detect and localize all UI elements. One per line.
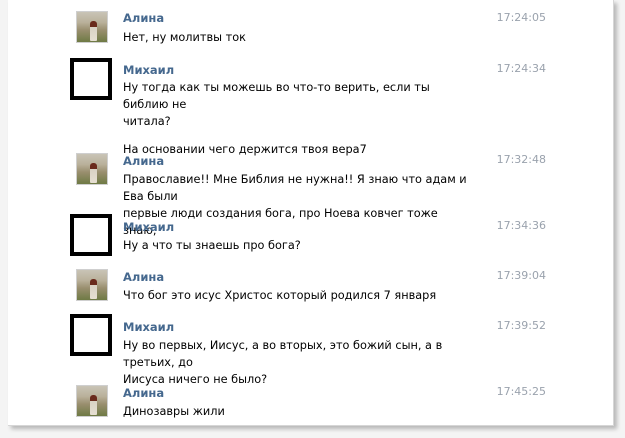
message-time: 17:24:05 xyxy=(496,11,546,24)
message-text: Православие!! Мне Библия не нужна!! Я зн… xyxy=(123,173,467,237)
sender-name[interactable]: Алина xyxy=(123,11,164,25)
avatar[interactable] xyxy=(76,269,108,301)
message-time: 17:34:36 xyxy=(496,219,546,232)
message-time: 17:39:52 xyxy=(496,319,546,332)
message-time: 17:32:48 xyxy=(496,153,546,166)
sender-name[interactable]: Алина xyxy=(123,386,164,400)
avatar[interactable] xyxy=(76,11,108,43)
message-time: 17:45:25 xyxy=(496,385,546,398)
sender-name[interactable]: Алина xyxy=(123,270,164,284)
message-text: Нет, ну молитвы ток xyxy=(123,31,246,44)
avatar[interactable] xyxy=(70,214,112,256)
message-text: Ну а что ты знаешь про бога? xyxy=(123,239,301,252)
message-time: 17:39:04 xyxy=(496,269,546,282)
avatar[interactable] xyxy=(70,314,112,356)
sender-name[interactable]: Михаил xyxy=(123,63,174,77)
message-text: Что бог это исус Христос который родился… xyxy=(123,289,437,302)
avatar[interactable] xyxy=(70,58,112,100)
avatar[interactable] xyxy=(76,385,108,417)
message-time: 17:24:34 xyxy=(496,62,546,75)
message-text: Ну тогда как ты можешь во что-то верить,… xyxy=(123,81,430,156)
avatar[interactable] xyxy=(76,153,108,185)
sender-name[interactable]: Алина xyxy=(123,154,164,168)
message-text: Ну во первых, Иисус, а во вторых, это бо… xyxy=(123,339,443,386)
sender-name[interactable]: Михаил xyxy=(123,220,174,234)
message-text: Динозавры жили xyxy=(123,405,225,418)
sender-name[interactable]: Михаил xyxy=(123,320,174,334)
chat-history: Алина 17:24:05 Нет, ну молитвы ток Михаи… xyxy=(8,0,614,426)
